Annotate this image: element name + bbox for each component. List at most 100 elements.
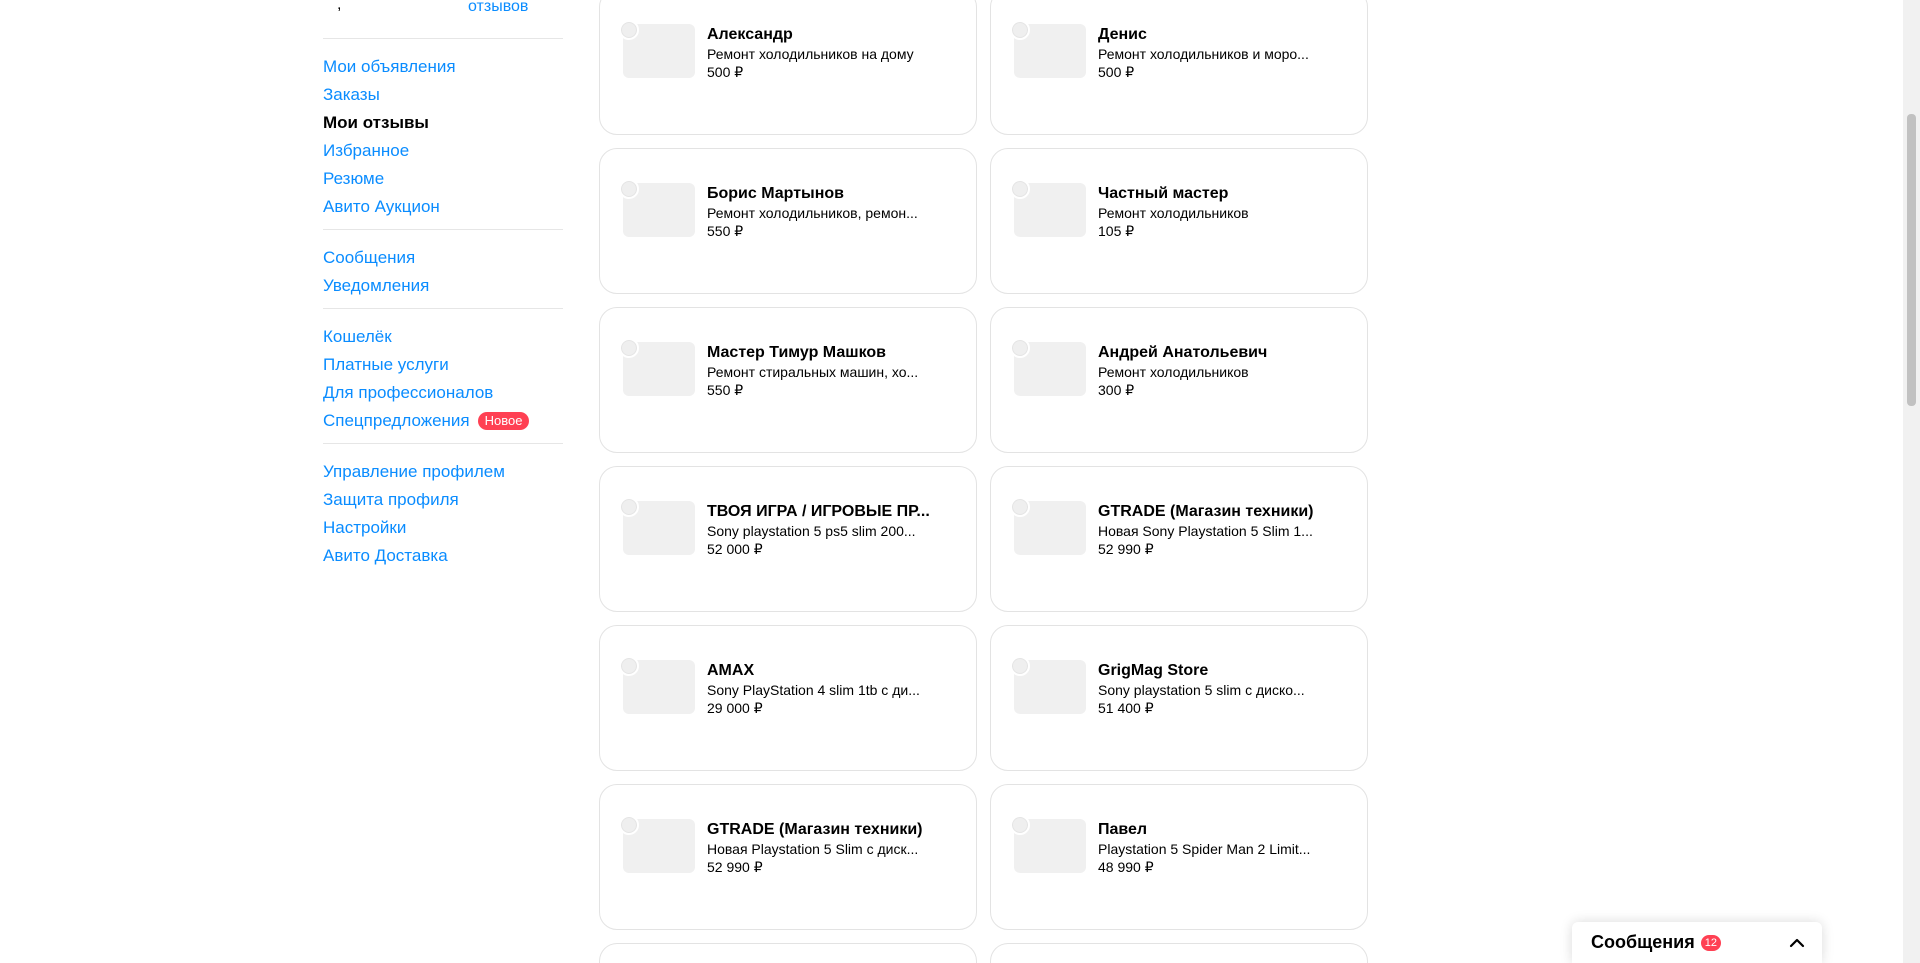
sidebar-item-label: Мои объявления xyxy=(323,57,456,76)
review-card[interactable]: GrigMag Store Sony playstation 5 slim с … xyxy=(990,625,1368,771)
sidebar-item[interactable]: Настройки xyxy=(323,514,563,542)
card-info: AMAX Sony PlayStation 4 slim 1tb с ди...… xyxy=(707,661,947,717)
reviews-count-link[interactable]: отзывов xyxy=(468,0,528,16)
sidebar-item[interactable]: Для профессионалов xyxy=(323,379,563,407)
review-card[interactable]: Мастер Тимур Машков Ремонт стиральных ма… xyxy=(599,307,977,453)
sidebar-item[interactable]: Мои отзывы xyxy=(323,109,563,137)
sidebar-item[interactable]: Кошелёк xyxy=(323,323,563,351)
seller-name: Денис xyxy=(1098,26,1147,43)
review-card[interactable]: AMAX Sony PlayStation 4 slim 1tb с ди...… xyxy=(599,625,977,771)
sidebar-item-label: Защита профиля xyxy=(323,490,459,509)
card-info: Мастер Тимур Машков Ремонт стиральных ма… xyxy=(707,343,947,399)
review-card[interactable]: Андрей Анатольевич Ремонт холодильников … xyxy=(990,307,1368,453)
divider xyxy=(323,229,563,230)
item-description: Ремонт холодильников и моро... xyxy=(1098,46,1309,62)
item-description: Sony PlayStation 4 slim 1tb с ди... xyxy=(707,682,920,698)
seller-name: GTRADE (Магазин техники) xyxy=(1098,503,1314,520)
sidebar-item[interactable]: Защита профиля xyxy=(323,486,563,514)
review-card[interactable]: GTRADE (Магазин техники) Новая Sony Play… xyxy=(990,466,1368,612)
sidebar-group: Мои объявления Заказы Мои отзывы Избранное Р… xyxy=(323,53,563,221)
item-description: Ремонт стиральных машин, хо... xyxy=(707,364,919,380)
card-info: Частный мастер Ремонт холодильников 105 … xyxy=(1098,184,1338,240)
sidebar-item-label: Мои отзывы xyxy=(323,113,429,132)
sidebar-item[interactable]: Избранное xyxy=(323,137,563,165)
item-description: Sony playstation 5 slim с диско... xyxy=(1098,682,1305,698)
seller-name: Частный мастер xyxy=(1098,185,1229,202)
seller-name: Павел xyxy=(1098,821,1148,838)
sidebar-item[interactable]: Мои объявления xyxy=(323,53,563,81)
seller-name: Мастер Тимур Машков xyxy=(707,344,886,361)
sidebar: , отзывов Мои объявления Заказы Мои отзывы… xyxy=(323,0,563,570)
reviews-cards-grid: Александр Ремонт холодильников на дому 5… xyxy=(599,0,1368,963)
card-info: Павел Playstation 5 Spider Man 2 Limit..… xyxy=(1098,820,1338,876)
sidebar-item[interactable]: Спецпредложения Новое xyxy=(323,407,563,435)
item-description: Новая Sony Playstation 5 Slim 1... xyxy=(1098,523,1313,539)
sidebar-item[interactable]: Уведомления xyxy=(323,272,563,300)
seller-name: GrigMag Store xyxy=(1098,662,1209,679)
seller-name: AMAX xyxy=(707,662,755,679)
messenger-label: Сообщения xyxy=(1591,932,1695,952)
page-scrollbar[interactable] xyxy=(1903,0,1920,963)
review-card-partial[interactable] xyxy=(599,943,977,963)
divider xyxy=(323,443,563,444)
review-card[interactable]: Павел Playstation 5 Spider Man 2 Limit..… xyxy=(990,784,1368,930)
item-price: 550 ₽ xyxy=(707,223,744,239)
avatar xyxy=(1010,656,1030,676)
seller-name: ТВОЯ ИГРА / ИГРОВЫЕ ПР... xyxy=(707,503,930,520)
sidebar-item[interactable]: Платные услуги xyxy=(323,351,563,379)
sidebar-item-label: Сообщения xyxy=(323,248,416,267)
card-info: GrigMag Store Sony playstation 5 slim с … xyxy=(1098,661,1338,717)
divider xyxy=(323,308,563,309)
review-card[interactable]: Борис Мартынов Ремонт холодильников, рем… xyxy=(599,148,977,294)
sidebar-item-label: Заказы xyxy=(323,85,380,104)
sidebar-item-label: Спецпредложения xyxy=(323,411,470,430)
review-card[interactable]: Денис Ремонт холодильников и моро... 500… xyxy=(990,0,1368,135)
avatar xyxy=(1010,20,1030,40)
sidebar-group: Кошелёк Платные услуги Для профессионалов С… xyxy=(323,323,563,435)
sidebar-item-label: Избранное xyxy=(323,141,410,160)
seller-name: Андрей Анатольевич xyxy=(1098,344,1268,361)
card-info: ТВОЯ ИГРА / ИГРОВЫЕ ПР... Sony playstati… xyxy=(707,502,947,558)
review-card[interactable]: Частный мастер Ремонт холодильников 105 … xyxy=(990,148,1368,294)
avatar xyxy=(1010,497,1030,517)
item-description: Ремонт холодильников на дому xyxy=(707,46,914,62)
messenger-widget[interactable]: Сообщения 12 xyxy=(1572,922,1822,963)
item-description: Новая Playstation 5 Slim с диск... xyxy=(707,841,919,857)
review-card[interactable]: GTRADE (Магазин техники) Новая Playstati… xyxy=(599,784,977,930)
sidebar-item-label: Уведомления xyxy=(323,276,430,295)
chevron-up-icon[interactable] xyxy=(1788,934,1806,952)
review-card[interactable]: Александр Ремонт холодильников на дому 5… xyxy=(599,0,977,135)
card-info: Денис Ремонт холодильников и моро... 500… xyxy=(1098,25,1338,81)
seller-name: GTRADE (Магазин техники) xyxy=(707,821,923,838)
card-info: Андрей Анатольевич Ремонт холодильников … xyxy=(1098,343,1338,399)
divider xyxy=(323,38,563,39)
item-price: 48 990 ₽ xyxy=(1098,859,1154,875)
sidebar-item[interactable]: Авито Доставка xyxy=(323,542,563,570)
item-price: 105 ₽ xyxy=(1098,223,1135,239)
new-badge: Новое xyxy=(477,412,530,430)
avatar xyxy=(1010,815,1030,835)
sidebar-item[interactable]: Резюме xyxy=(323,165,563,193)
item-description: Sony playstation 5 ps5 slim 200... xyxy=(707,523,916,539)
review-card-partial[interactable] xyxy=(990,943,1368,963)
sidebar-item-label: Авито Аукцион xyxy=(323,197,440,216)
sidebar-item[interactable]: Авито Аукцион xyxy=(323,193,563,221)
sidebar-item[interactable]: Сообщения xyxy=(323,244,563,272)
review-card[interactable]: ТВОЯ ИГРА / ИГРОВЫЕ ПР... Sony playstati… xyxy=(599,466,977,612)
rating-fragment: , xyxy=(337,0,342,13)
item-description: Ремонт холодильников xyxy=(1098,364,1249,380)
avatar xyxy=(619,179,639,199)
sidebar-item[interactable]: Управление профилем xyxy=(323,458,563,486)
sidebar-item-label: Платные услуги xyxy=(323,355,449,374)
item-price: 52 000 ₽ xyxy=(707,541,763,557)
avatar xyxy=(619,20,639,40)
sidebar-item[interactable]: Заказы xyxy=(323,81,563,109)
item-description: Ремонт холодильников xyxy=(1098,205,1249,221)
card-info: Александр Ремонт холодильников на дому 5… xyxy=(707,25,947,81)
seller-name: Борис Мартынов xyxy=(707,185,844,202)
item-price: 52 990 ₽ xyxy=(707,859,763,875)
sidebar-top-fragment: , отзывов xyxy=(323,0,563,30)
scrollbar-thumb[interactable] xyxy=(1907,114,1916,406)
sidebar-item-label: Авито Доставка xyxy=(323,546,448,565)
avatar xyxy=(619,497,639,517)
